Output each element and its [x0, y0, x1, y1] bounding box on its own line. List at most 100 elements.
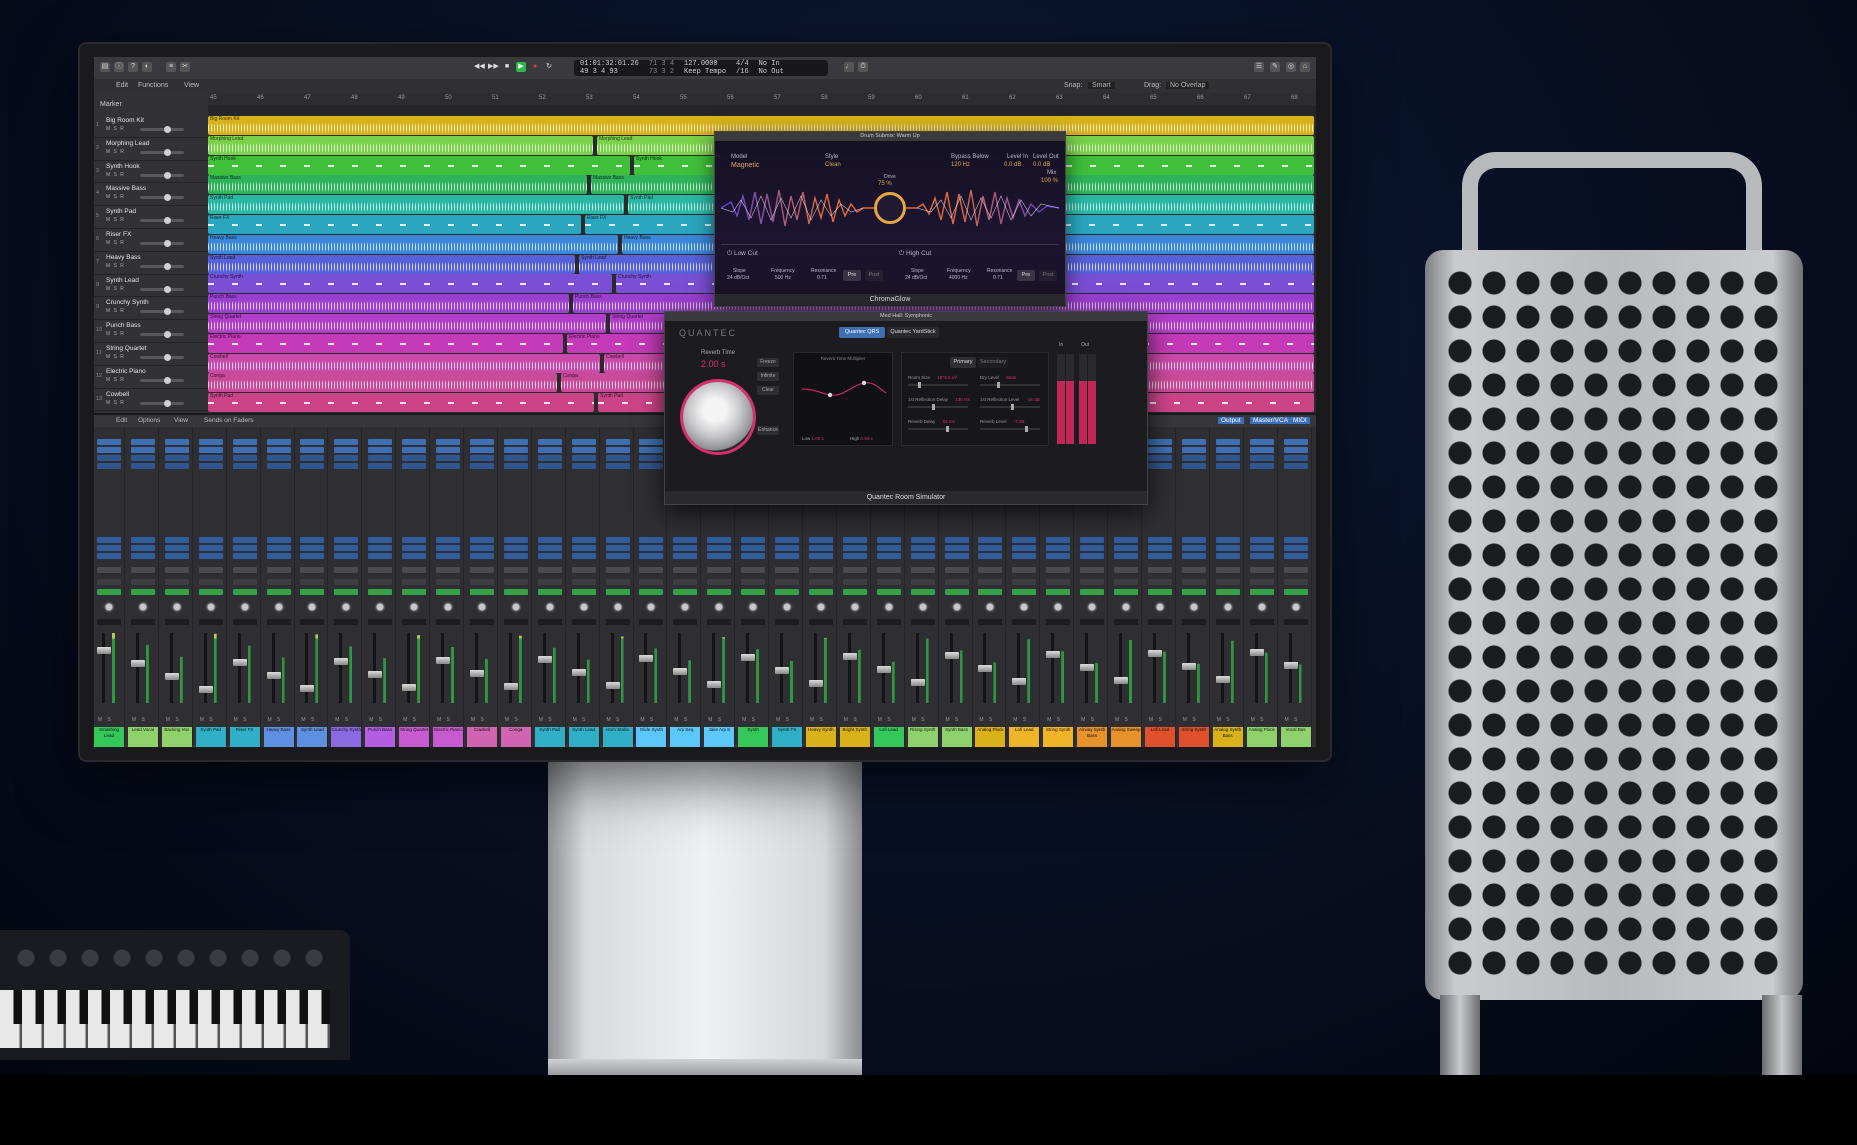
channel-name[interactable]: String Synth	[1043, 727, 1074, 747]
mixer-tab-master-vca[interactable]: Master/VCA	[1250, 417, 1292, 424]
low-res-value[interactable]: 0.71	[817, 275, 827, 281]
output-slot[interactable]	[741, 567, 766, 573]
send-slot[interactable]	[639, 537, 664, 543]
automation-mode[interactable]	[198, 589, 223, 595]
high-pre-button[interactable]: Pre	[1017, 270, 1035, 281]
group-slot[interactable]	[164, 579, 189, 585]
low-slope-value[interactable]: 24 dB/Oct	[727, 275, 749, 281]
pan-knob[interactable]	[306, 601, 319, 613]
track-header[interactable]: 4 Massive Bass M S R	[94, 183, 208, 207]
editors-icon[interactable]: ✂	[180, 62, 190, 72]
channel-name[interactable]: Synth	[738, 727, 769, 747]
track-volume-slider[interactable]	[140, 148, 184, 156]
group-slot[interactable]	[130, 579, 155, 585]
volume-fader-track[interactable]	[508, 633, 512, 703]
automation-mode[interactable]	[232, 589, 257, 595]
track-region[interactable]: Electric Piano	[208, 333, 563, 353]
reverb-time-multiplier-graph[interactable]: Reverb Time Multiplier Low 1.00 x High 0…	[793, 352, 893, 446]
pan-knob[interactable]	[1018, 601, 1031, 613]
slider-knob[interactable]	[164, 217, 171, 225]
pan-knob[interactable]	[509, 601, 522, 613]
send-slot[interactable]	[876, 537, 901, 543]
track-header[interactable]: 8 Synth Lead M S R	[94, 275, 208, 298]
plugin-slot[interactable]	[503, 463, 528, 469]
output-slot[interactable]	[130, 567, 155, 573]
volume-fader-cap[interactable]	[1283, 662, 1298, 669]
track-volume-slider[interactable]	[140, 308, 184, 316]
enhance-button[interactable]: Enhance	[757, 426, 779, 435]
plugin-slot[interactable]	[571, 447, 596, 453]
channel-name[interactable]: Smashing Lead	[94, 727, 124, 747]
pan-knob[interactable]	[577, 601, 590, 613]
mute-solo-buttons[interactable]: M S	[437, 717, 452, 723]
volume-fader-track[interactable]	[407, 633, 411, 703]
send-slot[interactable]	[266, 545, 291, 551]
send-slot[interactable]	[673, 545, 698, 551]
plugin-slot[interactable]	[1215, 439, 1240, 445]
plugin-slot[interactable]	[537, 455, 562, 461]
group-slot[interactable]	[1080, 579, 1105, 585]
loop-browser-icon[interactable]: ◎	[1286, 62, 1296, 72]
send-slot[interactable]	[673, 537, 698, 543]
send-slot[interactable]	[97, 537, 121, 543]
output-slot[interactable]	[1147, 567, 1172, 573]
plugin-slot[interactable]	[300, 447, 325, 453]
channel-name[interactable]: Riser FX	[229, 727, 260, 747]
pan-knob[interactable]	[1052, 601, 1065, 613]
chromaglow-plugin-window[interactable]: Drum Submix: Warm Up Model Magnetic Styl…	[714, 131, 1066, 307]
plugin-slot[interactable]	[571, 455, 596, 461]
volume-fader-cap[interactable]	[1012, 678, 1027, 685]
browser-icon[interactable]: ⌂	[1300, 62, 1310, 72]
volume-fader-cap[interactable]	[436, 657, 450, 664]
pan-knob[interactable]	[747, 601, 760, 613]
send-slot[interactable]	[1147, 537, 1172, 543]
high-cut-toggle[interactable]: ⏻ High Cut	[899, 250, 931, 258]
plugin-slot[interactable]	[469, 463, 494, 469]
send-slot[interactable]	[436, 545, 460, 551]
high-multiplier-handle[interactable]	[861, 380, 867, 386]
volume-fader-cap[interactable]	[1147, 650, 1162, 657]
reverb-parameter[interactable]: Reverb Level -7 dB	[980, 419, 1040, 432]
volume-fader-cap[interactable]	[537, 656, 552, 663]
mute-solo-buttons[interactable]: M S	[1115, 717, 1130, 723]
send-slot[interactable]	[741, 553, 766, 559]
mute-solo-buttons[interactable]: M S R	[106, 400, 125, 406]
plugin-slot[interactable]	[469, 447, 494, 453]
mute-solo-buttons[interactable]: M S	[708, 717, 723, 723]
send-slot[interactable]	[537, 553, 562, 559]
send-slot[interactable]	[1012, 545, 1037, 551]
channel-name[interactable]: Bright Synth	[839, 727, 870, 747]
automation-mode[interactable]	[605, 589, 630, 595]
volume-fader-cap[interactable]	[232, 659, 247, 666]
bypass-below-value[interactable]: 120 Hz	[951, 162, 970, 168]
channel-name[interactable]: Arp Seq	[670, 727, 701, 747]
plugin-slot[interactable]	[368, 455, 393, 461]
group-slot[interactable]	[1283, 579, 1308, 585]
send-slot[interactable]	[164, 553, 189, 559]
group-slot[interactable]	[571, 579, 596, 585]
track-region[interactable]: Crunchy Synth	[208, 274, 612, 294]
plugin-slot[interactable]	[605, 439, 630, 445]
channel-name[interactable]: Synth Lead	[297, 727, 328, 747]
group-slot[interactable]	[775, 579, 799, 585]
volume-fader-track[interactable]	[1152, 633, 1156, 703]
group-slot[interactable]	[978, 579, 1003, 585]
tab-primary[interactable]: Primary	[950, 357, 976, 368]
param-slider-handle[interactable]	[946, 426, 949, 432]
mixer-tab-midi[interactable]: MIDI	[1290, 417, 1310, 424]
output-slot[interactable]	[232, 567, 257, 573]
plugin-slot[interactable]	[97, 455, 121, 461]
track-region[interactable]: Conga	[208, 373, 557, 393]
volume-fader-cap[interactable]	[503, 683, 518, 690]
channel-name[interactable]: Jake Arp 8	[704, 727, 735, 747]
volume-fader-track[interactable]	[373, 633, 377, 703]
send-slot[interactable]	[605, 545, 630, 551]
functions-menu[interactable]: Functions	[138, 82, 168, 89]
plugin-slot[interactable]	[300, 439, 325, 445]
group-slot[interactable]	[266, 579, 291, 585]
rewind-icon[interactable]: ◀◀	[474, 62, 485, 72]
cycle-icon[interactable]: ↻	[544, 62, 554, 72]
pan-knob[interactable]	[238, 601, 251, 613]
send-slot[interactable]	[1215, 537, 1240, 543]
volume-fader-cap[interactable]	[402, 684, 417, 691]
